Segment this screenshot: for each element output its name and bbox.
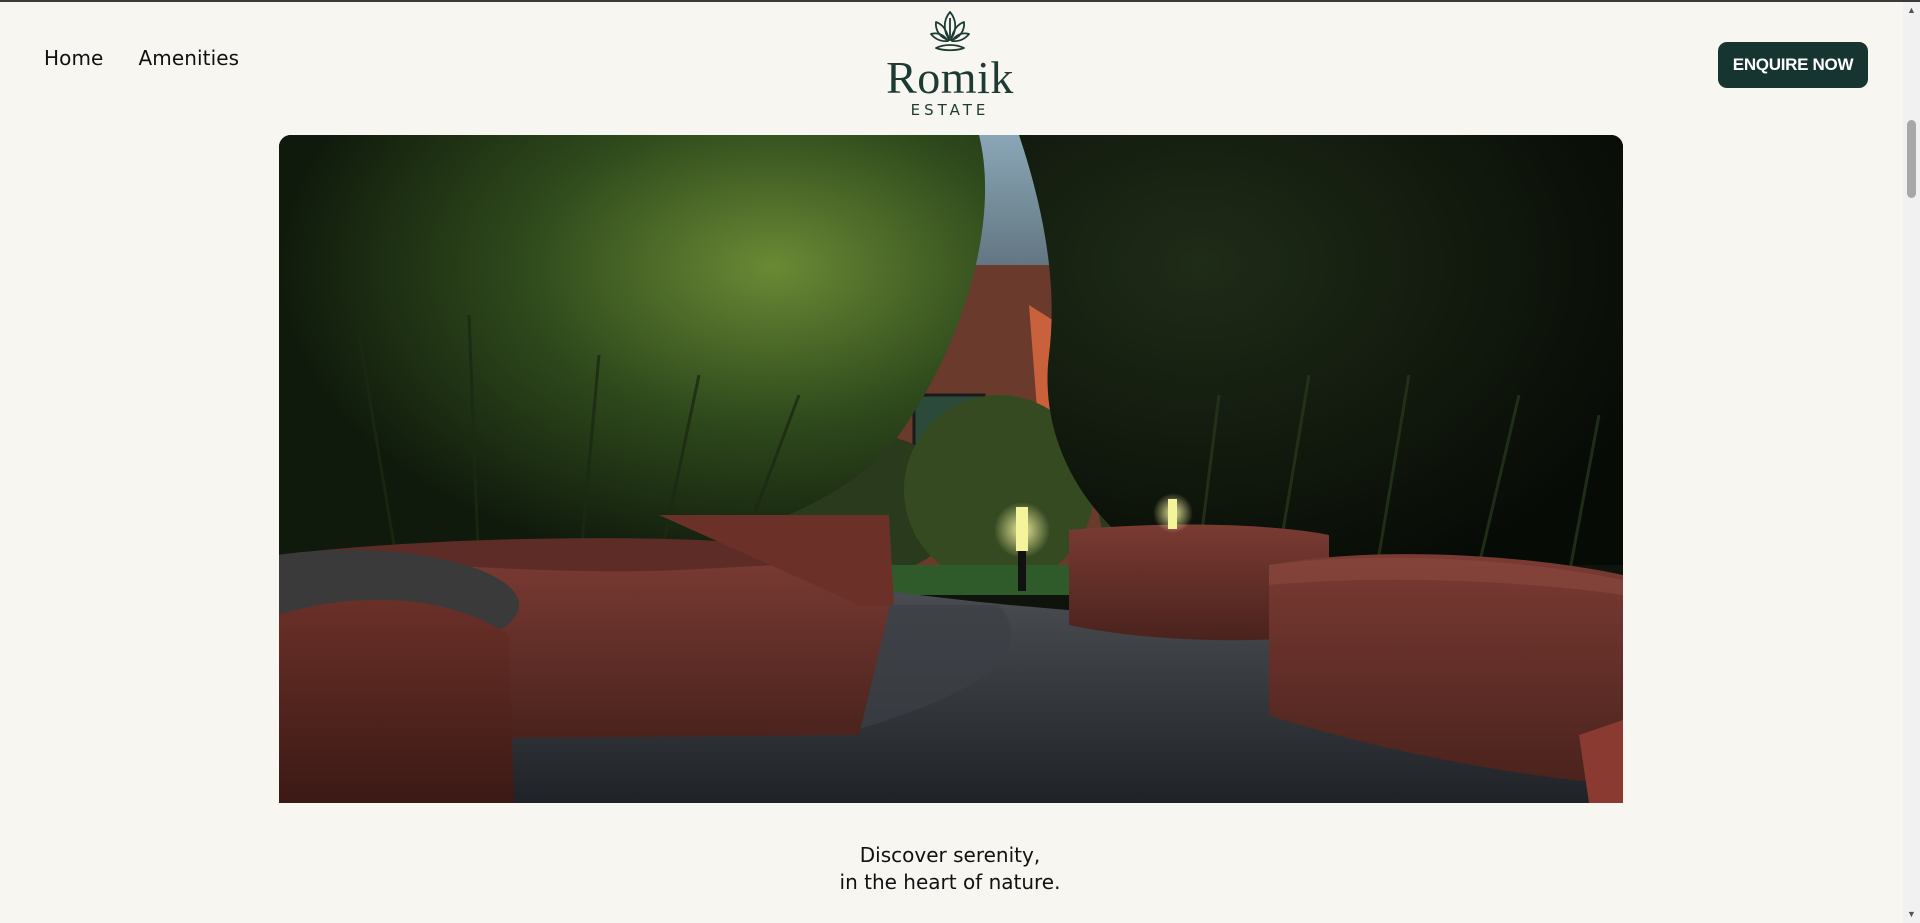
scroll-down-arrow-icon[interactable]: ▼	[1903, 906, 1920, 923]
hero-video[interactable]	[279, 135, 1623, 803]
hero-garden-image	[279, 135, 1623, 803]
nav-amenities-link[interactable]: Amenities	[138, 46, 239, 70]
main-nav: Home Amenities	[44, 46, 239, 70]
tagline-line-2: in the heart of nature.	[839, 870, 1061, 894]
nav-home-link[interactable]: Home	[44, 46, 103, 70]
tagline-line-1: Discover serenity,	[859, 843, 1041, 867]
hero-tagline: Discover serenity, in the heart of natur…	[0, 842, 1900, 896]
logo-wordmark: Romik	[886, 52, 1014, 103]
lotus-leaf-icon	[930, 11, 970, 52]
page-scrollbar[interactable]: ▲ ▼	[1903, 2, 1920, 923]
scrollbar-thumb[interactable]	[1907, 120, 1916, 198]
scroll-up-arrow-icon[interactable]: ▲	[1903, 2, 1920, 19]
enquire-now-button[interactable]: ENQUIRE NOW	[1718, 42, 1868, 88]
site-logo[interactable]: Romik ESTATE	[880, 10, 1020, 120]
site-header: Home Amenities Romik ESTATE ENQUIRE NOW	[0, 2, 1900, 132]
logo-subtitle: ESTATE	[910, 101, 990, 119]
